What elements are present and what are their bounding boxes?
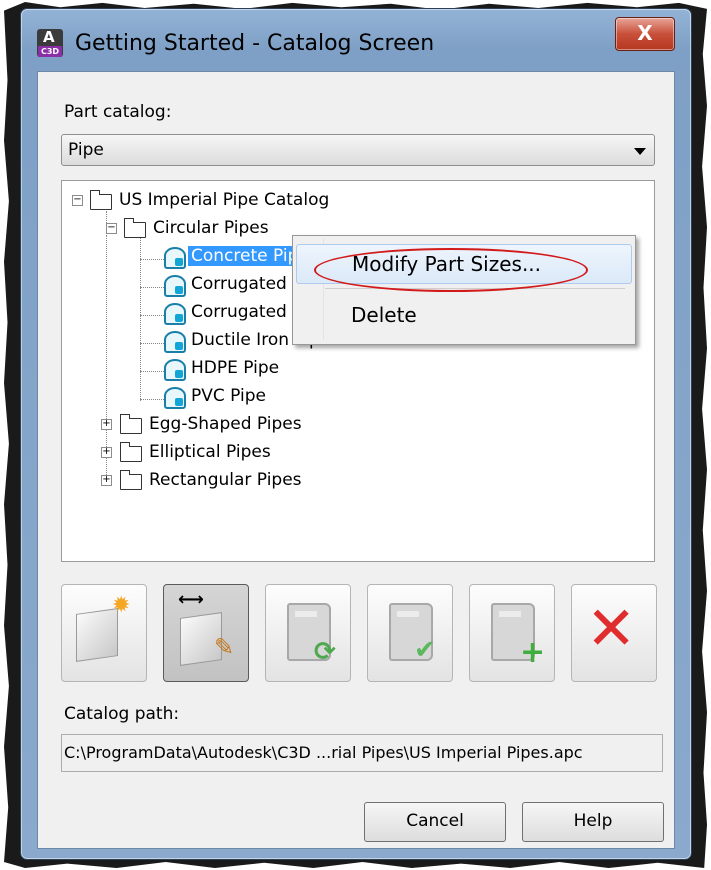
help-button[interactable]: Help — [522, 802, 664, 842]
refresh-icon: ⟳ — [314, 637, 336, 667]
edit-catalog-button[interactable]: ⟷ ✎ — [163, 584, 249, 682]
pipe-part-icon — [164, 303, 186, 325]
tree-node-label: Circular Pipes — [153, 218, 269, 238]
tree-connector — [140, 259, 164, 260]
tree-node-label: US Imperial Pipe Catalog — [119, 190, 330, 210]
tree-node-root[interactable]: − US Imperial Pipe Catalog — [70, 189, 370, 213]
pipe-part-icon — [164, 359, 186, 381]
tree-node-label: Egg-Shaped Pipes — [149, 414, 302, 434]
checkmark-icon: ✔ — [414, 635, 436, 665]
delete-catalog-button[interactable]: ✕ — [571, 584, 657, 682]
app-icon-letter: A — [43, 28, 55, 46]
tree-item-label: PVC Pipe — [191, 386, 267, 406]
collapse-icon[interactable]: − — [106, 223, 117, 234]
close-button[interactable]: X — [615, 17, 675, 51]
delete-catalog-icon: ✕ — [586, 594, 637, 664]
add-catalog-button[interactable]: + — [469, 584, 555, 682]
menu-item-label: Delete — [351, 303, 417, 327]
dialog-window: A C3D Getting Started - Catalog Screen X… — [20, 8, 692, 860]
tree-node-label: Elliptical Pipes — [149, 442, 271, 462]
menu-item-delete[interactable]: Delete — [296, 296, 630, 334]
cancel-button[interactable]: Cancel — [364, 802, 506, 842]
autocad-civil3d-icon: A C3D — [37, 28, 63, 57]
catalog-path-field[interactable]: C:\ProgramData\Autodesk\C3D ...rial Pipe… — [61, 734, 663, 772]
tree-connector — [140, 287, 164, 288]
plus-icon: + — [520, 635, 546, 670]
tree-connector — [140, 371, 164, 372]
dialog-client-area: Part catalog: Pipe − US Imperial Pipe Ca… — [37, 71, 675, 849]
window-title: Getting Started - Catalog Screen — [75, 31, 435, 56]
folder-icon — [119, 414, 142, 434]
tree-node-egg-shaped[interactable]: + Egg-Shaped Pipes — [101, 413, 364, 437]
tree-item-hdpe-pipe[interactable]: HDPE Pipe — [164, 357, 364, 381]
close-icon: X — [637, 21, 653, 45]
title-bar: A C3D Getting Started - Catalog Screen X — [21, 9, 691, 69]
tree-node-label: Rectangular Pipes — [149, 470, 302, 490]
chevron-down-icon — [634, 148, 646, 155]
catalog-path-value: C:\ProgramData\Autodesk\C3D ...rial Pipe… — [64, 743, 583, 762]
pipe-part-icon — [164, 247, 186, 269]
part-catalog-dropdown[interactable]: Pipe — [61, 134, 655, 166]
tree-connector — [140, 315, 164, 316]
highlight-annotation-ellipse — [314, 248, 588, 292]
app-icon-sub: C3D — [38, 46, 62, 57]
pipe-part-icon — [164, 331, 186, 353]
regenerate-catalog-button[interactable]: ⟳ — [265, 584, 351, 682]
part-catalog-label: Part catalog: — [64, 102, 172, 122]
tree-connector — [140, 399, 164, 400]
expand-icon[interactable]: + — [101, 419, 112, 430]
folder-icon — [119, 470, 142, 490]
dimension-icon: ⟷ — [178, 589, 204, 610]
expand-icon[interactable]: + — [101, 447, 112, 458]
pipe-part-icon — [164, 275, 186, 297]
expand-icon[interactable]: + — [101, 475, 112, 486]
pencil-icon: ✎ — [214, 633, 235, 661]
part-catalog-value: Pipe — [68, 140, 104, 160]
tree-connector — [140, 343, 164, 344]
check-catalog-button[interactable]: ✔ — [367, 584, 453, 682]
tree-item-label: HDPE Pipe — [191, 358, 280, 378]
collapse-icon[interactable]: − — [72, 195, 83, 206]
tree-node-elliptical[interactable]: + Elliptical Pipes — [101, 441, 364, 465]
tree-node-rectangular[interactable]: + Rectangular Pipes — [101, 469, 364, 493]
folder-icon — [119, 442, 142, 462]
sparkle-icon: ✹ — [112, 593, 131, 618]
catalog-path-label: Catalog path: — [64, 704, 180, 724]
new-catalog-button[interactable]: ✹ — [61, 584, 147, 682]
pipe-part-icon — [164, 387, 186, 409]
open-folder-icon — [123, 218, 146, 238]
tree-item-pvc-pipe[interactable]: PVC Pipe — [164, 385, 364, 409]
open-folder-icon — [89, 190, 112, 210]
